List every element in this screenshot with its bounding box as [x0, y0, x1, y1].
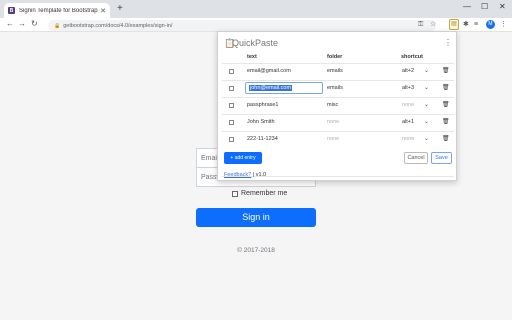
row-shortcut[interactable]: alt+2 — [402, 68, 414, 74]
browser-toolbar: ← → ↻ 🔒 getbootstrap.com/docs/4.0/exampl… — [0, 18, 512, 32]
header-text: text — [247, 54, 257, 60]
row-folder[interactable]: none — [327, 119, 339, 125]
row-checkbox[interactable] — [229, 120, 234, 125]
lock-icon: 🔒 — [54, 22, 61, 29]
popup-title: QuickPaste — [232, 38, 279, 48]
trash-icon[interactable]: 🗑 — [442, 135, 450, 142]
row-checkbox[interactable] — [229, 69, 234, 74]
signin-button[interactable]: Sign in — [196, 208, 316, 227]
star-icon[interactable]: ☆ — [430, 20, 436, 30]
browser-menu-icon[interactable]: ⋮ — [500, 20, 507, 30]
key-icon[interactable]: ⚿ — [418, 20, 423, 30]
row-shortcut[interactable]: none — [402, 102, 414, 108]
chevron-down-icon[interactable]: ⌄ — [424, 135, 429, 142]
minimize-icon[interactable]: — — [463, 2, 471, 11]
chevron-down-icon[interactable]: ⌄ — [424, 101, 429, 108]
row-checkbox[interactable] — [229, 137, 234, 142]
chevron-down-icon[interactable]: ⌄ — [424, 67, 429, 74]
quickpaste-extension-icon[interactable]: ▤ — [449, 19, 459, 30]
new-tab-icon[interactable]: + — [117, 4, 123, 14]
table-row: email@gmail.com emails alt+2 ⌄ 🗑 — [222, 63, 454, 78]
row-folder[interactable]: emails — [327, 85, 343, 91]
remember-label: Remember me — [241, 190, 288, 197]
row-folder[interactable]: emails — [327, 68, 343, 74]
bootstrap-favicon-icon: B — [8, 7, 15, 14]
table-row: john@email.com emails alt+3 ⌄ 🗑 — [222, 80, 454, 95]
table-row: passphrase1 misc none ⌄ 🗑 — [222, 97, 454, 112]
tab-close-icon[interactable]: ✕ — [100, 7, 106, 15]
cancel-button[interactable]: Cancel — [404, 152, 428, 164]
row-folder[interactable]: none — [327, 136, 339, 142]
row-text[interactable]: email@gmail.com — [247, 68, 291, 74]
forward-icon[interactable]: → — [18, 19, 26, 28]
back-icon[interactable]: ← — [6, 19, 14, 28]
maximize-icon[interactable]: ☐ — [481, 2, 488, 11]
chevron-down-icon[interactable]: ⌄ — [424, 118, 429, 125]
row-text[interactable]: passphrase1 — [247, 102, 279, 108]
header-shortcut: shortcut — [401, 54, 423, 60]
trash-icon[interactable]: 🗑 — [442, 67, 450, 74]
trash-icon[interactable]: 🗑 — [442, 118, 450, 125]
address-bar[interactable]: 🔒 getbootstrap.com/docs/4.0/examples/sig… — [48, 20, 436, 31]
browser-tab[interactable]: B Signin Template for Bootstrap ✕ — [4, 3, 110, 18]
trash-icon[interactable]: 🗑 — [442, 84, 450, 91]
avatar[interactable]: M — [486, 20, 495, 29]
row-shortcut[interactable]: none — [402, 136, 414, 142]
url-text: getbootstrap.com/docs/4.0/examples/sign-… — [63, 22, 173, 29]
quickpaste-popup: 📋 QuickPaste ⋮ text folder shortcut emai… — [217, 31, 457, 181]
row-text-selected: john@email.com — [249, 85, 293, 91]
version-text: | v1.0 — [252, 172, 267, 178]
tab-title: Signin Template for Bootstrap — [19, 7, 98, 14]
add-entry-button[interactable]: + add entry — [224, 152, 262, 164]
extension-icon[interactable]: ✱ — [463, 20, 469, 30]
trash-icon[interactable]: 🗑 — [442, 101, 450, 108]
chevron-down-icon[interactable]: ⌄ — [424, 84, 429, 91]
menu-list-icon[interactable]: ≡ — [474, 20, 478, 30]
row-folder[interactable]: misc — [327, 102, 338, 108]
table-row: 222-11-1234 none none ⌄ 🗑 — [222, 131, 454, 146]
tab-bar: B Signin Template for Bootstrap ✕ + — ☐ … — [0, 0, 512, 18]
row-checkbox[interactable] — [229, 86, 234, 91]
copyright-text: © 2017-2018 — [237, 247, 275, 254]
popup-footer: Feedback? | v1.0 — [224, 172, 266, 178]
save-button[interactable]: Save — [431, 152, 452, 164]
table-row: John Smith none alt+1 ⌄ 🗑 — [222, 114, 454, 129]
row-text-input[interactable]: john@email.com — [245, 82, 323, 94]
row-text[interactable]: 222-11-1234 — [247, 136, 278, 142]
remember-checkbox[interactable] — [232, 190, 238, 197]
popup-menu-icon[interactable]: ⋮ — [444, 38, 452, 48]
header-folder: folder — [327, 54, 343, 60]
remember-me[interactable]: Remember me — [232, 190, 287, 197]
window-close-icon[interactable]: ✕ — [499, 2, 506, 11]
row-checkbox[interactable] — [229, 103, 234, 108]
feedback-link[interactable]: Feedback? — [224, 172, 251, 178]
row-shortcut[interactable]: alt+1 — [402, 119, 414, 125]
row-text[interactable]: John Smith — [247, 119, 275, 125]
row-shortcut[interactable]: alt+3 — [402, 85, 414, 91]
reload-icon[interactable]: ↻ — [31, 19, 38, 28]
